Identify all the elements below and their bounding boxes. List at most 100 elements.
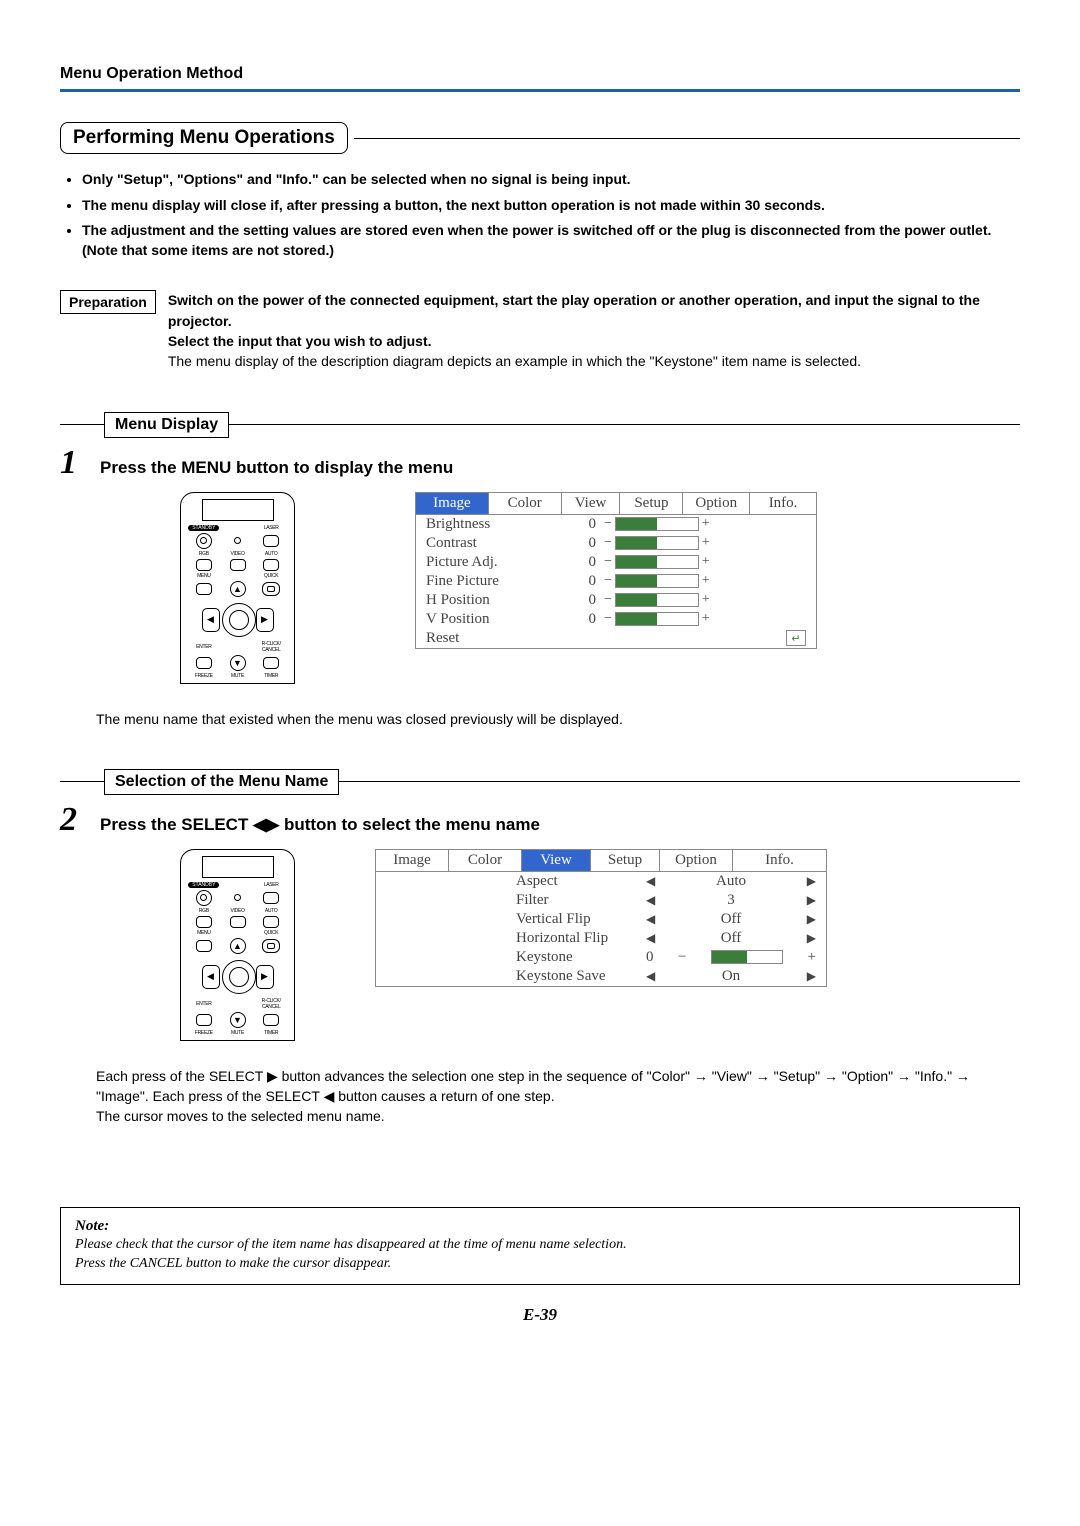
mute-label: MUTE bbox=[221, 1030, 255, 1036]
osd-tab-image: Image bbox=[416, 493, 489, 514]
osd-row: Brightness 0 − + bbox=[416, 515, 816, 534]
prep-line3: The menu display of the description diag… bbox=[168, 353, 861, 369]
bullet-text: The adjustment and the setting values ar… bbox=[82, 222, 991, 238]
enter-button bbox=[196, 657, 212, 669]
section-hr bbox=[354, 138, 1020, 139]
osd-item-name: Picture Adj. bbox=[426, 554, 566, 571]
cancel-button bbox=[263, 657, 279, 669]
osd-row: Picture Adj. 0 − + bbox=[416, 553, 816, 572]
slider-track bbox=[615, 612, 699, 626]
page-number: E-39 bbox=[60, 1305, 1020, 1325]
minus-icon: − bbox=[604, 611, 612, 627]
osd-item-name: H Position bbox=[426, 592, 566, 609]
timer-label: TIMER bbox=[254, 1030, 288, 1036]
left-button: ◀ bbox=[202, 608, 220, 632]
cancel-button bbox=[263, 1014, 279, 1026]
right-arrow-icon: ▶ bbox=[807, 931, 816, 946]
note-line2: Press the CANCEL button to make the curs… bbox=[75, 1254, 1005, 1274]
osd-tab-view: View bbox=[522, 850, 591, 871]
osd-item-name: Keystone Save bbox=[386, 968, 646, 985]
step1-diagrams: STANDBY LASER RGB VIDEO AUTO bbox=[60, 492, 1020, 684]
osd-row: V Position 0 − + bbox=[416, 610, 816, 629]
osd-item-value: 0 bbox=[566, 592, 604, 609]
quick-button bbox=[262, 582, 280, 596]
minus-icon: − bbox=[604, 573, 612, 589]
freeze-label: FREEZE bbox=[187, 1030, 221, 1036]
video-label: VIDEO bbox=[221, 908, 255, 914]
osd-slider: − + bbox=[604, 592, 710, 608]
remote-laser-label: LASER bbox=[264, 882, 279, 888]
osd-reset-row: Reset ↵ bbox=[416, 629, 816, 648]
enter-label: ENTER bbox=[187, 1001, 221, 1007]
osd-row: Keystone 0 − + bbox=[376, 948, 826, 967]
up-button: ▲ bbox=[230, 938, 246, 954]
video-button bbox=[230, 559, 246, 571]
osd-row: Aspect ◀ Auto ▶ bbox=[376, 872, 826, 891]
osd-tab-option: Option bbox=[660, 850, 733, 871]
plus-icon: + bbox=[702, 573, 710, 589]
remote-laser-label: LASER bbox=[264, 525, 279, 531]
osd-tab-info: Info. bbox=[733, 850, 826, 871]
section-title-row: Performing Menu Operations bbox=[60, 122, 1020, 154]
rgb-label: RGB bbox=[187, 551, 221, 557]
note-line1: Please check that the cursor of the item… bbox=[75, 1235, 1005, 1255]
rclick-label: R-CLICK/ CANCEL bbox=[254, 998, 288, 1010]
slider-track bbox=[615, 517, 699, 531]
bullet-item: Only "Setup", "Options" and "Info." can … bbox=[82, 170, 1020, 190]
osd-item-name: Brightness bbox=[426, 516, 566, 533]
menu-button bbox=[196, 940, 212, 952]
osd-control: ◀ Off ▶ bbox=[646, 930, 816, 947]
note-box: Note: Please check that the cursor of th… bbox=[60, 1207, 1020, 1285]
osd-tabs: Image Color View Setup Option Info. bbox=[416, 493, 816, 515]
quick-label: QUICK bbox=[254, 930, 288, 936]
bullet-item: The adjustment and the setting values ar… bbox=[82, 221, 1020, 260]
subsection-label: Selection of the Menu Name bbox=[104, 769, 339, 795]
osd-slider: − + bbox=[604, 535, 710, 551]
osd-value: On bbox=[722, 968, 740, 985]
quick-label: QUICK bbox=[254, 573, 288, 579]
right-arrow-icon: ▶ bbox=[807, 893, 816, 908]
osd-row: Filter ◀ 3 ▶ bbox=[376, 891, 826, 910]
select-ring bbox=[222, 603, 256, 637]
osd-tab-color: Color bbox=[449, 850, 522, 871]
osd-item-name: Contrast bbox=[426, 535, 566, 552]
osd-item-value: 0 bbox=[566, 611, 604, 628]
left-arrow-icon: ◀ bbox=[646, 912, 655, 927]
enter-button bbox=[196, 1014, 212, 1026]
slider-track bbox=[615, 574, 699, 588]
osd-menu-view: Image Color View Setup Option Info. Aspe… bbox=[375, 849, 827, 987]
osd-row: Fine Picture 0 − + bbox=[416, 572, 816, 591]
led-indicator bbox=[234, 537, 241, 544]
step-1: 1 Press the MENU button to display the m… bbox=[60, 446, 1020, 480]
osd-slider: − + bbox=[604, 516, 710, 532]
menu-label: MENU bbox=[187, 930, 221, 936]
osd-tab-info: Info. bbox=[750, 493, 816, 514]
step1-after-text: The menu name that existed when the menu… bbox=[60, 709, 1020, 729]
osd-item-value: 0 bbox=[566, 573, 604, 590]
osd-item-value: 0 bbox=[566, 516, 604, 533]
osd-item-name: Fine Picture bbox=[426, 573, 566, 590]
freeze-label: FREEZE bbox=[187, 673, 221, 679]
osd-value: Off bbox=[721, 930, 742, 947]
right-button: ▶ bbox=[256, 965, 274, 989]
rgb-button bbox=[196, 916, 212, 928]
subsection-label: Menu Display bbox=[104, 412, 229, 438]
left-arrow-icon: ◀ bbox=[646, 931, 655, 946]
remote-control-diagram: STANDBY LASER RGB VIDEO AUTO bbox=[180, 492, 295, 684]
subsection-selection: Selection of the Menu Name bbox=[60, 769, 1020, 795]
step2-line1: Each press of the SELECT ▶ button advanc… bbox=[96, 1068, 970, 1104]
video-button bbox=[230, 916, 246, 928]
minus-icon: − bbox=[604, 516, 612, 532]
step2-diagrams: STANDBY LASER RGB VIDEO AUTO bbox=[60, 849, 1020, 1041]
osd-value: 0 bbox=[646, 949, 654, 966]
main-bullets: Only "Setup", "Options" and "Info." can … bbox=[60, 170, 1020, 260]
plus-icon: + bbox=[808, 949, 816, 966]
osd-reset-label: Reset bbox=[426, 630, 566, 647]
osd-row: Keystone Save ◀ On ▶ bbox=[376, 967, 826, 986]
menu-button bbox=[196, 583, 212, 595]
step-number: 2 bbox=[60, 803, 100, 837]
bullet-note: (Note that some items are not stored.) bbox=[82, 242, 334, 258]
osd-item-value: 0 bbox=[566, 535, 604, 552]
rclick-label: R-CLICK/ CANCEL bbox=[254, 641, 288, 653]
osd-tab-setup: Setup bbox=[591, 850, 660, 871]
